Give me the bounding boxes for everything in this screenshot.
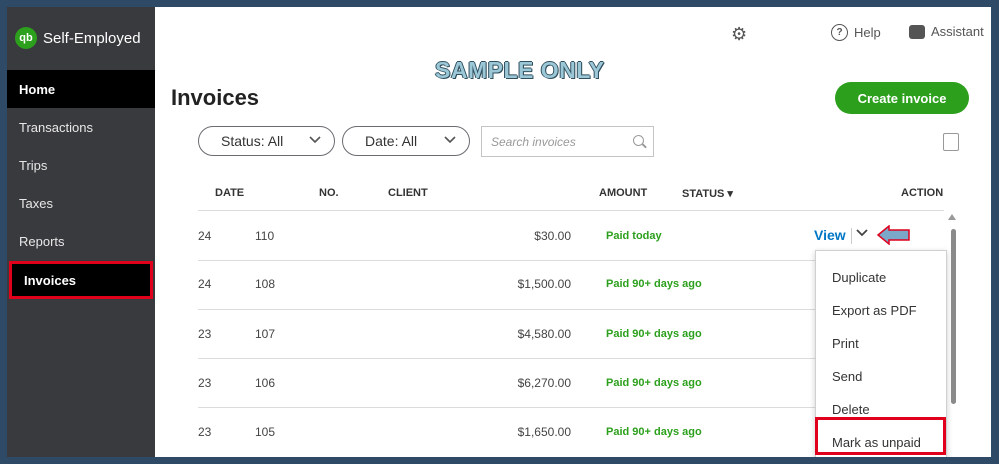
row-number: 110: [255, 229, 275, 243]
sidebar-item-taxes[interactable]: Taxes: [7, 184, 155, 222]
menu-item-export-pdf[interactable]: Export as PDF: [832, 303, 917, 318]
column-header-date[interactable]: DATE: [215, 187, 244, 199]
status-filter-dropdown[interactable]: Status: All: [198, 126, 335, 156]
row-status: Paid 90+ days ago: [606, 278, 702, 290]
sidebar-item-label: Transactions: [19, 119, 93, 135]
app-name: Self-Employed: [43, 29, 141, 47]
gear-icon[interactable]: ⚙: [731, 25, 749, 43]
sidebar-item-reports[interactable]: Reports: [7, 222, 155, 260]
app-window: qb Self-Employed Home Transactions Trips…: [7, 7, 991, 457]
row-date: 24: [198, 277, 212, 291]
view-invoice-link[interactable]: View: [814, 227, 846, 243]
menu-item-print[interactable]: Print: [832, 336, 859, 351]
sidebar-item-label: Invoices: [24, 272, 77, 288]
sidebar-item-trips[interactable]: Trips: [7, 146, 155, 184]
date-filter-dropdown[interactable]: Date: All: [342, 126, 470, 156]
row-amount: $4,580.00: [517, 327, 571, 341]
sidebar-item-label: Trips: [19, 157, 48, 173]
row-date: 24: [198, 229, 212, 243]
scrollbar-thumb[interactable]: [951, 229, 956, 404]
search-icon: [633, 135, 644, 146]
row-divider: [198, 407, 815, 408]
menu-item-send[interactable]: Send: [832, 369, 862, 384]
row-date: 23: [198, 327, 212, 341]
scroll-up-arrow-icon[interactable]: [948, 214, 956, 220]
qb-logo-icon: qb: [15, 27, 37, 49]
row-amount: $1,650.00: [517, 425, 571, 439]
row-status: Paid 90+ days ago: [606, 377, 702, 389]
help-label: Help: [854, 25, 881, 40]
sidebar-item-label: Home: [19, 81, 56, 97]
row-status: Paid today: [606, 230, 662, 242]
annotation-arrow-icon: [876, 224, 911, 246]
chevron-down-icon: [443, 132, 457, 149]
create-invoice-button[interactable]: Create invoice: [835, 82, 969, 114]
help-button[interactable]: ? Help: [831, 24, 881, 41]
column-header-client[interactable]: CLIENT: [388, 187, 428, 199]
sidebar: qb Self-Employed Home Transactions Trips…: [7, 7, 155, 457]
assistant-button[interactable]: Assistant: [909, 24, 984, 39]
row-divider: [198, 358, 815, 359]
row-number: 106: [255, 376, 276, 390]
sidebar-item-transactions[interactable]: Transactions: [7, 108, 155, 146]
assistant-label: Assistant: [931, 24, 984, 39]
row-amount: $6,270.00: [517, 376, 571, 390]
row-status: Paid 90+ days ago: [606, 328, 702, 340]
sidebar-item-invoices[interactable]: Invoices: [9, 261, 153, 299]
brand[interactable]: qb Self-Employed: [15, 27, 141, 49]
action-separator: [851, 228, 852, 244]
menu-item-delete[interactable]: Delete: [832, 402, 870, 417]
row-status: Paid 90+ days ago: [606, 426, 702, 438]
search-input[interactable]: Search invoices: [481, 126, 654, 157]
sample-watermark: SAMPLE ONLY: [435, 57, 605, 83]
row-amount: $30.00: [534, 229, 571, 243]
export-icon[interactable]: [943, 133, 959, 151]
column-header-status[interactable]: STATUS ▾: [682, 187, 733, 200]
search-placeholder: Search invoices: [491, 134, 576, 149]
row-number: 107: [255, 327, 276, 341]
column-header-no[interactable]: NO.: [319, 187, 339, 199]
question-icon: ?: [831, 24, 848, 41]
header-divider: [198, 210, 944, 211]
column-header-action: ACTION: [901, 187, 944, 199]
chevron-down-icon: [308, 132, 322, 149]
row-number: 108: [255, 277, 276, 291]
sidebar-item-label: Taxes: [19, 195, 53, 211]
row-divider: [198, 309, 815, 310]
row-date: 23: [198, 376, 212, 390]
row-amount: $1,500.00: [517, 277, 571, 291]
row-date: 23: [198, 425, 212, 439]
action-menu-chevron-icon[interactable]: [855, 225, 869, 242]
row-number: 105: [255, 425, 276, 439]
menu-item-duplicate[interactable]: Duplicate: [832, 270, 886, 285]
date-filter-label: Date: All: [365, 133, 418, 149]
sidebar-item-label: Reports: [19, 233, 65, 249]
status-filter-label: Status: All: [221, 133, 284, 149]
highlight-box: [815, 417, 946, 455]
page-title: Invoices: [171, 85, 260, 110]
column-header-amount[interactable]: AMOUNT: [599, 187, 647, 199]
sidebar-item-home[interactable]: Home: [7, 70, 155, 108]
chat-bubble-icon: [909, 24, 925, 39]
